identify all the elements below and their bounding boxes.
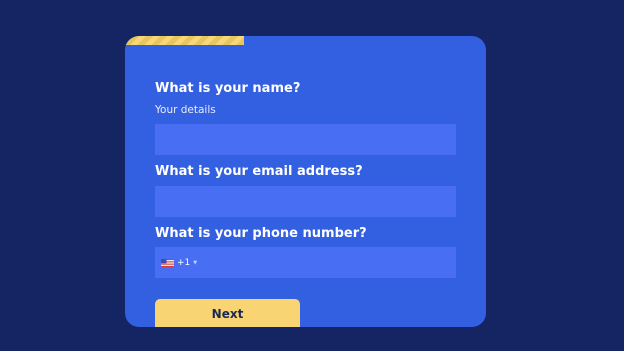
phone-question: What is your phone number?	[155, 226, 367, 241]
us-flag-icon	[161, 258, 174, 267]
progress-bar-fill	[125, 36, 245, 45]
country-code-selector[interactable]: +1 ▼	[161, 258, 197, 268]
phone-input[interactable]	[197, 246, 456, 279]
email-input[interactable]	[155, 186, 456, 217]
name-question: What is your name?	[155, 81, 301, 96]
phone-field: +1 ▼	[155, 246, 456, 279]
progress-bar	[125, 36, 486, 45]
name-sublabel: Your details	[155, 104, 216, 116]
name-input[interactable]	[155, 124, 456, 155]
next-button[interactable]: Next	[155, 299, 300, 327]
form-card: What is your name? Your details What is …	[125, 36, 486, 327]
dial-code: +1	[177, 257, 191, 268]
email-question: What is your email address?	[155, 164, 363, 179]
